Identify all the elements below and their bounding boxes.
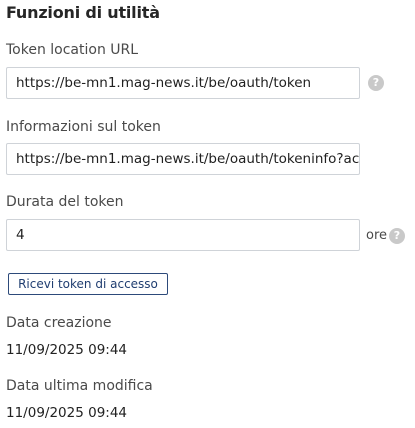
- token-location-label: Token location URL: [6, 42, 139, 58]
- token-duration-label: Durata del token: [6, 194, 124, 210]
- token-location-input[interactable]: https://be-mn1.mag-news.it/be/oauth/toke…: [6, 67, 360, 99]
- section-title: Funzioni di utilità: [6, 3, 160, 22]
- created-label: Data creazione: [6, 315, 112, 331]
- get-access-token-button[interactable]: Ricevi token di accesso: [8, 273, 168, 295]
- modified-label: Data ultima modifica: [6, 378, 153, 394]
- help-icon[interactable]: ?: [389, 228, 405, 244]
- token-info-label: Informazioni sul token: [6, 119, 161, 135]
- token-info-input[interactable]: https://be-mn1.mag-news.it/be/oauth/toke…: [6, 143, 360, 175]
- token-duration-input[interactable]: 4: [6, 219, 360, 251]
- created-value: 11/09/2025 09:44: [6, 342, 128, 358]
- modified-value: 11/09/2025 09:44: [6, 405, 128, 421]
- token-duration-unit: ore: [366, 228, 388, 243]
- help-icon[interactable]: ?: [368, 75, 384, 91]
